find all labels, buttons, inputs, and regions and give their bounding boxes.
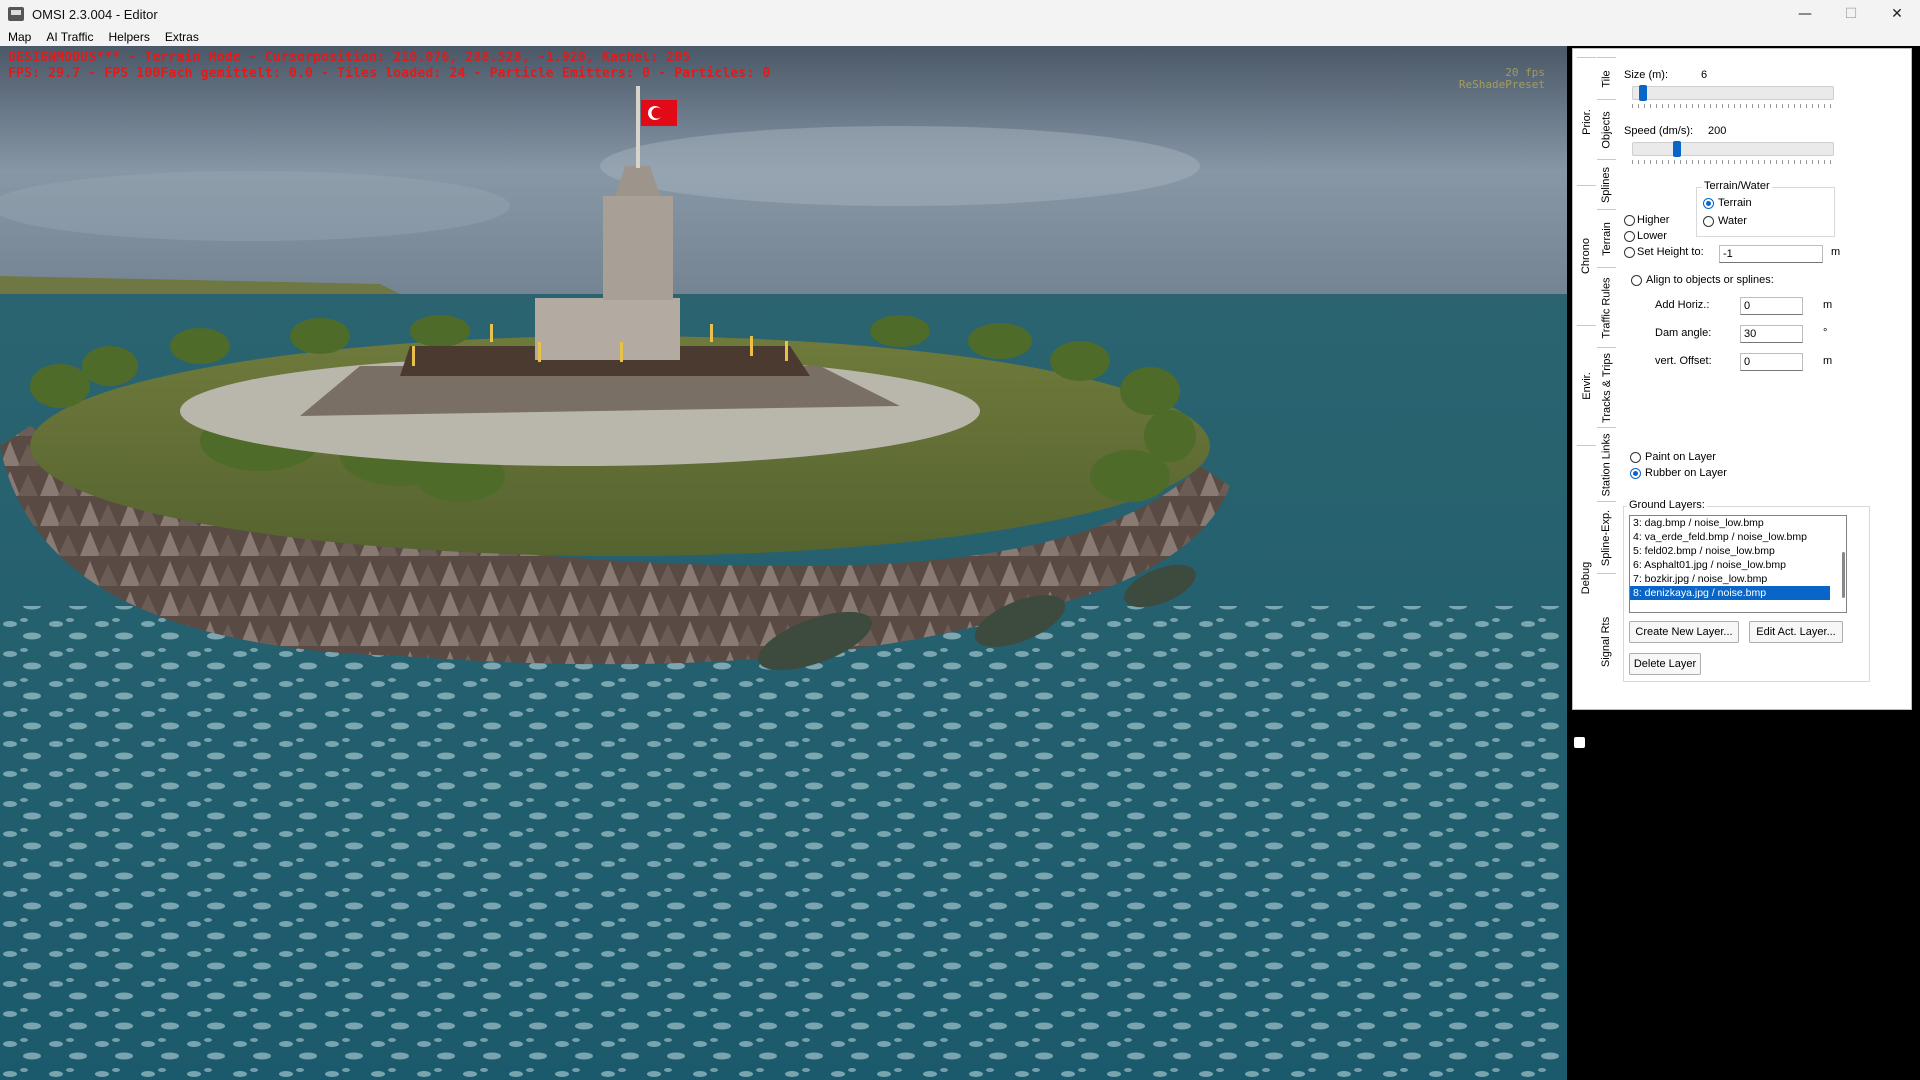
terrain-radio[interactable] (1703, 198, 1714, 209)
layers-scrollbar[interactable] (1842, 552, 1845, 598)
add-horiz-label: Add Horiz.: (1655, 299, 1710, 311)
water-radio[interactable] (1703, 216, 1714, 227)
panel-toggle-checkbox[interactable] (1574, 737, 1585, 748)
set-height-label: Set Height to: (1637, 246, 1704, 258)
speed-label: Speed (dm/s): (1624, 125, 1694, 137)
terrain-water-group-label: Terrain/Water (1702, 180, 1772, 192)
align-label: Align to objects or splines: (1646, 274, 1774, 286)
editor-side-panel: Prior. Chrono Envir. Debug Tile Objects … (1572, 48, 1912, 710)
tab-tile[interactable]: Tile (1597, 57, 1616, 100)
add-horiz-unit: m (1823, 299, 1833, 311)
speed-slider-ticks (1632, 160, 1832, 164)
edit-act-layer-button[interactable]: Edit Act. Layer... (1749, 621, 1843, 643)
terrain-tab-content: Size (m): 6 Speed (dm/s): 200 Terrain/Wa… (1621, 49, 1911, 709)
vert-offset-label: vert. Offset: (1655, 355, 1712, 367)
speed-slider-thumb[interactable] (1673, 141, 1682, 157)
tab-chrono[interactable]: Chrono (1577, 185, 1596, 326)
layer-item-selected[interactable]: 8: denizkaya.jpg / noise.bmp (1630, 586, 1830, 600)
tab-spline-exp[interactable]: Spline-Exp. (1597, 501, 1616, 574)
maximize-button[interactable]: ☐ (1828, 0, 1874, 28)
size-slider-thumb[interactable] (1638, 85, 1647, 101)
minimize-button[interactable]: — (1782, 0, 1828, 28)
size-slider-ticks (1632, 104, 1832, 108)
hud-fps-line: FPS: 29.7 - FPS 100Fach gemittelt: 0.0 -… (8, 66, 771, 81)
dam-angle-input[interactable]: 30 (1740, 325, 1803, 343)
set-height-input[interactable]: -1 (1719, 245, 1823, 263)
scene-render (0, 46, 1567, 1080)
outer-tab-column: Tile Objects Splines Terrain Traffic Rul… (1597, 57, 1616, 709)
add-horiz-input[interactable]: 0 (1740, 297, 1803, 315)
tab-debug[interactable]: Debug (1577, 445, 1596, 710)
dam-angle-unit: ° (1823, 327, 1828, 339)
higher-label: Higher (1637, 214, 1670, 226)
reshade-overlay: ReShadePreset (1458, 78, 1545, 91)
ground-layers-label: Ground Layers: (1627, 499, 1707, 511)
higher-radio[interactable] (1624, 215, 1635, 226)
speed-slider[interactable] (1632, 141, 1834, 157)
paint-layer-radio[interactable] (1630, 452, 1641, 463)
set-height-radio[interactable] (1624, 247, 1635, 258)
lower-label: Lower (1637, 230, 1667, 242)
tab-signal-rts[interactable]: Signal Rts (1597, 573, 1616, 710)
layer-item[interactable]: 6: Asphalt01.jpg / noise_low.bmp (1630, 558, 1846, 572)
terrain-radio-label: Terrain (1718, 197, 1752, 209)
window-controls: — ☐ ✕ (1782, 0, 1920, 28)
set-height-unit: m (1831, 246, 1841, 258)
menu-extras[interactable]: Extras (157, 30, 206, 44)
rubber-layer-radio[interactable] (1630, 468, 1641, 479)
layer-item[interactable]: 7: bozkir.jpg / noise_low.bmp (1630, 572, 1846, 586)
size-slider[interactable] (1632, 85, 1834, 101)
tab-traffic-rules[interactable]: Traffic Rules (1597, 267, 1616, 348)
menu-ai-traffic[interactable]: AI Traffic (38, 30, 100, 44)
lower-radio[interactable] (1624, 231, 1635, 242)
tab-prior[interactable]: Prior. (1577, 57, 1596, 186)
tab-tracks-trips[interactable]: Tracks & Trips (1597, 347, 1616, 428)
title-bar: OMSI 2.3.004 - Editor — ☐ ✕ (0, 0, 1920, 28)
tab-envir[interactable]: Envir. (1577, 325, 1596, 446)
dam-angle-label: Dam angle: (1655, 327, 1712, 339)
app-bus-icon (8, 7, 24, 21)
layer-item[interactable]: 4: va_erde_feld.bmp / noise_low.bmp (1630, 530, 1846, 544)
menu-map[interactable]: Map (0, 30, 38, 44)
menu-helpers[interactable]: Helpers (100, 30, 156, 44)
window-title: OMSI 2.3.004 - Editor (32, 6, 158, 22)
vert-offset-input[interactable]: 0 (1740, 353, 1803, 371)
align-radio[interactable] (1631, 275, 1642, 286)
3d-viewport[interactable]: DESIGNMODUS*** - Terrain Mode - Cursorpo… (0, 46, 1567, 1080)
ground-layers-list[interactable]: 3: dag.bmp / noise_low.bmp 4: va_erde_fe… (1629, 515, 1847, 613)
paint-layer-label: Paint on Layer (1645, 451, 1716, 463)
size-label: Size (m): (1624, 69, 1668, 81)
menu-bar: Map AI Traffic Helpers Extras (0, 28, 1920, 46)
delete-layer-button[interactable]: Delete Layer (1629, 653, 1701, 675)
layer-item[interactable]: 3: dag.bmp / noise_low.bmp (1630, 516, 1846, 530)
rubber-layer-label: Rubber on Layer (1645, 467, 1727, 479)
water-radio-label: Water (1718, 215, 1747, 227)
tab-objects[interactable]: Objects (1597, 99, 1616, 160)
tab-splines[interactable]: Splines (1597, 159, 1616, 210)
tab-terrain[interactable]: Terrain (1597, 209, 1616, 268)
create-new-layer-button[interactable]: Create New Layer... (1629, 621, 1739, 643)
layer-item[interactable]: 5: feld02.bmp / noise_low.bmp (1630, 544, 1846, 558)
hud-status-line: DESIGNMODUS*** - Terrain Mode - Cursorpo… (8, 50, 691, 65)
tab-station-links[interactable]: Station Links (1597, 427, 1616, 502)
terrain-water-group (1696, 187, 1835, 237)
vert-offset-unit: m (1823, 355, 1833, 367)
inner-tab-column: Prior. Chrono Envir. Debug (1577, 57, 1596, 709)
size-value: 6 (1701, 69, 1708, 81)
speed-value: 200 (1708, 125, 1727, 137)
close-button[interactable]: ✕ (1874, 0, 1920, 28)
